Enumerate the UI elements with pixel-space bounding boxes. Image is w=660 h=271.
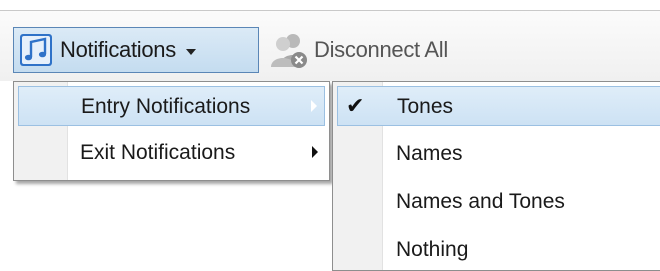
submenu-item-names-and-tones[interactable]: Names and Tones [337, 182, 660, 222]
menu-item-entry-notifications[interactable]: Entry Notifications [18, 86, 325, 126]
menu-item-label: Exit Notifications [80, 141, 236, 164]
chevron-right-icon [311, 100, 317, 112]
chevron-right-icon [312, 146, 318, 158]
entry-notifications-submenu: ✔ Tones Names Names and Tones Nothing [332, 81, 660, 271]
disconnect-all-label: Disconnect All [314, 37, 448, 62]
submenu-item-label: Tones [397, 95, 454, 118]
toolbar: Notifications Disconnect All [0, 11, 660, 81]
submenu-item-label: Names [396, 142, 463, 165]
submenu-item-tones[interactable]: ✔ Tones [337, 86, 660, 126]
disconnect-all-button[interactable]: Disconnect All [266, 27, 448, 73]
music-note-icon [20, 34, 52, 66]
submenu-item-names[interactable]: Names [337, 134, 660, 174]
notifications-label: Notifications [60, 37, 176, 62]
menu-item-label: Entry Notifications [81, 95, 251, 118]
submenu-item-label: Names and Tones [396, 190, 565, 213]
window-top-edge [0, 0, 660, 11]
submenu-item-label: Nothing [396, 238, 469, 261]
menu-item-exit-notifications[interactable]: Exit Notifications [18, 133, 325, 173]
disconnect-users-icon [271, 34, 307, 68]
chevron-down-icon [185, 49, 196, 55]
notifications-dropdown-button[interactable]: Notifications [13, 27, 259, 73]
checkmark-icon: ✔ [346, 93, 365, 118]
notifications-menu: Entry Notifications Exit Notifications [13, 81, 330, 181]
submenu-item-nothing[interactable]: Nothing [337, 230, 660, 270]
